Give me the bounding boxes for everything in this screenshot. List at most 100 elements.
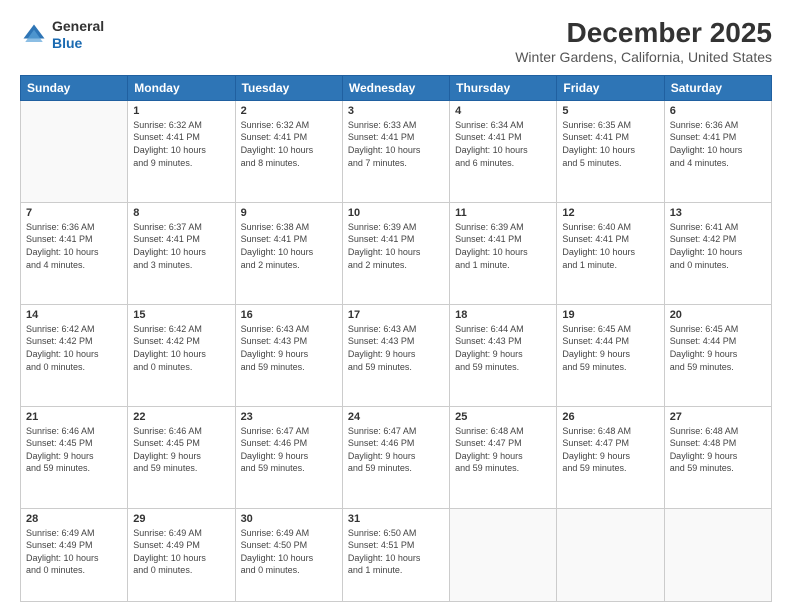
col-saturday: Saturday <box>664 75 771 100</box>
calendar-cell: 5 Sunrise: 6:35 AM Sunset: 4:41 PM Daylig… <box>557 100 664 202</box>
day-info: Sunrise: 6:47 AM Sunset: 4:46 PM Dayligh… <box>241 425 337 475</box>
day-number: 22 <box>133 411 229 423</box>
calendar-cell: 31 Sunrise: 6:50 AM Sunset: 4:51 PM Dayli… <box>342 508 449 601</box>
calendar-cell: 4 Sunrise: 6:34 AM Sunset: 4:41 PM Daylig… <box>450 100 557 202</box>
day-number: 4 <box>455 105 551 117</box>
logo-icon <box>20 21 48 49</box>
day-number: 3 <box>348 105 444 117</box>
calendar-cell: 3Sunrise: 6:33 AM Sunset: 4:41 PM Daylig… <box>342 100 449 202</box>
day-number: 14 <box>26 309 122 321</box>
header: General Blue December 2025 Winter Garden… <box>20 18 772 65</box>
day-info: Sunrise: 6:46 AM Sunset: 4:45 PM Dayligh… <box>133 425 229 475</box>
calendar-cell: 6 Sunrise: 6:36 AM Sunset: 4:41 PM Daylig… <box>664 100 771 202</box>
day-info: Sunrise: 6:32 AM Sunset: 4:41 PM Dayligh… <box>241 119 337 169</box>
day-number: 15 <box>133 309 229 321</box>
calendar-cell: 22 Sunrise: 6:46 AM Sunset: 4:45 PM Dayli… <box>128 406 235 508</box>
calendar-cell: 29 Sunrise: 6:49 AM Sunset: 4:49 PM Dayli… <box>128 508 235 601</box>
day-info: Sunrise: 6:40 AM Sunset: 4:41 PM Dayligh… <box>562 221 658 271</box>
day-number: 30 <box>241 513 337 525</box>
calendar-table: Sunday Monday Tuesday Wednesday Thursday… <box>20 75 772 602</box>
day-info: Sunrise: 6:36 AM Sunset: 4:41 PM Dayligh… <box>670 119 766 169</box>
calendar-cell: 12 Sunrise: 6:40 AM Sunset: 4:41 PM Dayli… <box>557 202 664 304</box>
title-section: December 2025 Winter Gardens, California… <box>515 18 772 65</box>
calendar-cell: 27 Sunrise: 6:48 AM Sunset: 4:48 PM Dayli… <box>664 406 771 508</box>
calendar-cell <box>557 508 664 601</box>
calendar-week-3: 14 Sunrise: 6:42 AM Sunset: 4:42 PM Dayli… <box>21 304 772 406</box>
calendar-cell: 13 Sunrise: 6:41 AM Sunset: 4:42 PM Dayli… <box>664 202 771 304</box>
calendar-week-1: 1Sunrise: 6:32 AM Sunset: 4:41 PM Daylig… <box>21 100 772 202</box>
day-number: 24 <box>348 411 444 423</box>
day-number: 12 <box>562 207 658 219</box>
day-info: Sunrise: 6:36 AM Sunset: 4:41 PM Dayligh… <box>26 221 122 271</box>
day-number: 5 <box>562 105 658 117</box>
calendar-cell: 23Sunrise: 6:47 AM Sunset: 4:46 PM Dayli… <box>235 406 342 508</box>
day-info: Sunrise: 6:49 AM Sunset: 4:50 PM Dayligh… <box>241 527 337 577</box>
day-info: Sunrise: 6:45 AM Sunset: 4:44 PM Dayligh… <box>670 323 766 373</box>
calendar-title: December 2025 <box>515 18 772 49</box>
day-info: Sunrise: 6:49 AM Sunset: 4:49 PM Dayligh… <box>133 527 229 577</box>
day-number: 17 <box>348 309 444 321</box>
day-number: 13 <box>670 207 766 219</box>
calendar-cell: 7 Sunrise: 6:36 AM Sunset: 4:41 PM Daylig… <box>21 202 128 304</box>
logo-text: General Blue <box>52 18 104 52</box>
day-number: 31 <box>348 513 444 525</box>
calendar-cell <box>21 100 128 202</box>
logo: General Blue <box>20 18 104 52</box>
day-info: Sunrise: 6:32 AM Sunset: 4:41 PM Dayligh… <box>133 119 229 169</box>
day-info: Sunrise: 6:48 AM Sunset: 4:47 PM Dayligh… <box>455 425 551 475</box>
day-info: Sunrise: 6:47 AM Sunset: 4:46 PM Dayligh… <box>348 425 444 475</box>
day-number: 7 <box>26 207 122 219</box>
logo-general: General <box>52 18 104 35</box>
col-wednesday: Wednesday <box>342 75 449 100</box>
day-number: 19 <box>562 309 658 321</box>
calendar-cell: 21 Sunrise: 6:46 AM Sunset: 4:45 PM Dayli… <box>21 406 128 508</box>
day-info: Sunrise: 6:37 AM Sunset: 4:41 PM Dayligh… <box>133 221 229 271</box>
day-number: 10 <box>348 207 444 219</box>
day-number: 18 <box>455 309 551 321</box>
calendar-cell: 9 Sunrise: 6:38 AM Sunset: 4:41 PM Daylig… <box>235 202 342 304</box>
day-info: Sunrise: 6:43 AM Sunset: 4:43 PM Dayligh… <box>348 323 444 373</box>
day-number: 20 <box>670 309 766 321</box>
calendar-cell: 26 Sunrise: 6:48 AM Sunset: 4:47 PM Dayli… <box>557 406 664 508</box>
calendar-cell: 1Sunrise: 6:32 AM Sunset: 4:41 PM Daylig… <box>128 100 235 202</box>
day-info: Sunrise: 6:39 AM Sunset: 4:41 PM Dayligh… <box>455 221 551 271</box>
day-info: Sunrise: 6:38 AM Sunset: 4:41 PM Dayligh… <box>241 221 337 271</box>
calendar-cell <box>450 508 557 601</box>
calendar-cell: 20 Sunrise: 6:45 AM Sunset: 4:44 PM Dayli… <box>664 304 771 406</box>
day-number: 29 <box>133 513 229 525</box>
calendar-cell: 18Sunrise: 6:44 AM Sunset: 4:43 PM Dayli… <box>450 304 557 406</box>
page: General Blue December 2025 Winter Garden… <box>0 0 792 612</box>
col-monday: Monday <box>128 75 235 100</box>
calendar-cell: 30 Sunrise: 6:49 AM Sunset: 4:50 PM Dayli… <box>235 508 342 601</box>
day-info: Sunrise: 6:48 AM Sunset: 4:47 PM Dayligh… <box>562 425 658 475</box>
day-info: Sunrise: 6:42 AM Sunset: 4:42 PM Dayligh… <box>26 323 122 373</box>
day-info: Sunrise: 6:34 AM Sunset: 4:41 PM Dayligh… <box>455 119 551 169</box>
logo-blue: Blue <box>52 35 104 52</box>
calendar-cell: 2Sunrise: 6:32 AM Sunset: 4:41 PM Daylig… <box>235 100 342 202</box>
calendar-cell: 25 Sunrise: 6:48 AM Sunset: 4:47 PM Dayli… <box>450 406 557 508</box>
day-info: Sunrise: 6:48 AM Sunset: 4:48 PM Dayligh… <box>670 425 766 475</box>
day-number: 8 <box>133 207 229 219</box>
calendar-cell: 24 Sunrise: 6:47 AM Sunset: 4:46 PM Dayli… <box>342 406 449 508</box>
calendar-cell: 14 Sunrise: 6:42 AM Sunset: 4:42 PM Dayli… <box>21 304 128 406</box>
day-number: 9 <box>241 207 337 219</box>
day-number: 27 <box>670 411 766 423</box>
day-number: 21 <box>26 411 122 423</box>
day-info: Sunrise: 6:46 AM Sunset: 4:45 PM Dayligh… <box>26 425 122 475</box>
day-info: Sunrise: 6:49 AM Sunset: 4:49 PM Dayligh… <box>26 527 122 577</box>
col-friday: Friday <box>557 75 664 100</box>
calendar-week-2: 7 Sunrise: 6:36 AM Sunset: 4:41 PM Daylig… <box>21 202 772 304</box>
day-info: Sunrise: 6:41 AM Sunset: 4:42 PM Dayligh… <box>670 221 766 271</box>
day-number: 6 <box>670 105 766 117</box>
day-number: 26 <box>562 411 658 423</box>
day-number: 25 <box>455 411 551 423</box>
day-number: 28 <box>26 513 122 525</box>
day-info: Sunrise: 6:50 AM Sunset: 4:51 PM Dayligh… <box>348 527 444 577</box>
calendar-cell: 16Sunrise: 6:43 AM Sunset: 4:43 PM Dayli… <box>235 304 342 406</box>
day-number: 16 <box>241 309 337 321</box>
day-info: Sunrise: 6:35 AM Sunset: 4:41 PM Dayligh… <box>562 119 658 169</box>
calendar-week-5: 28 Sunrise: 6:49 AM Sunset: 4:49 PM Dayli… <box>21 508 772 601</box>
col-tuesday: Tuesday <box>235 75 342 100</box>
calendar-cell: 10Sunrise: 6:39 AM Sunset: 4:41 PM Dayli… <box>342 202 449 304</box>
day-info: Sunrise: 6:42 AM Sunset: 4:42 PM Dayligh… <box>133 323 229 373</box>
